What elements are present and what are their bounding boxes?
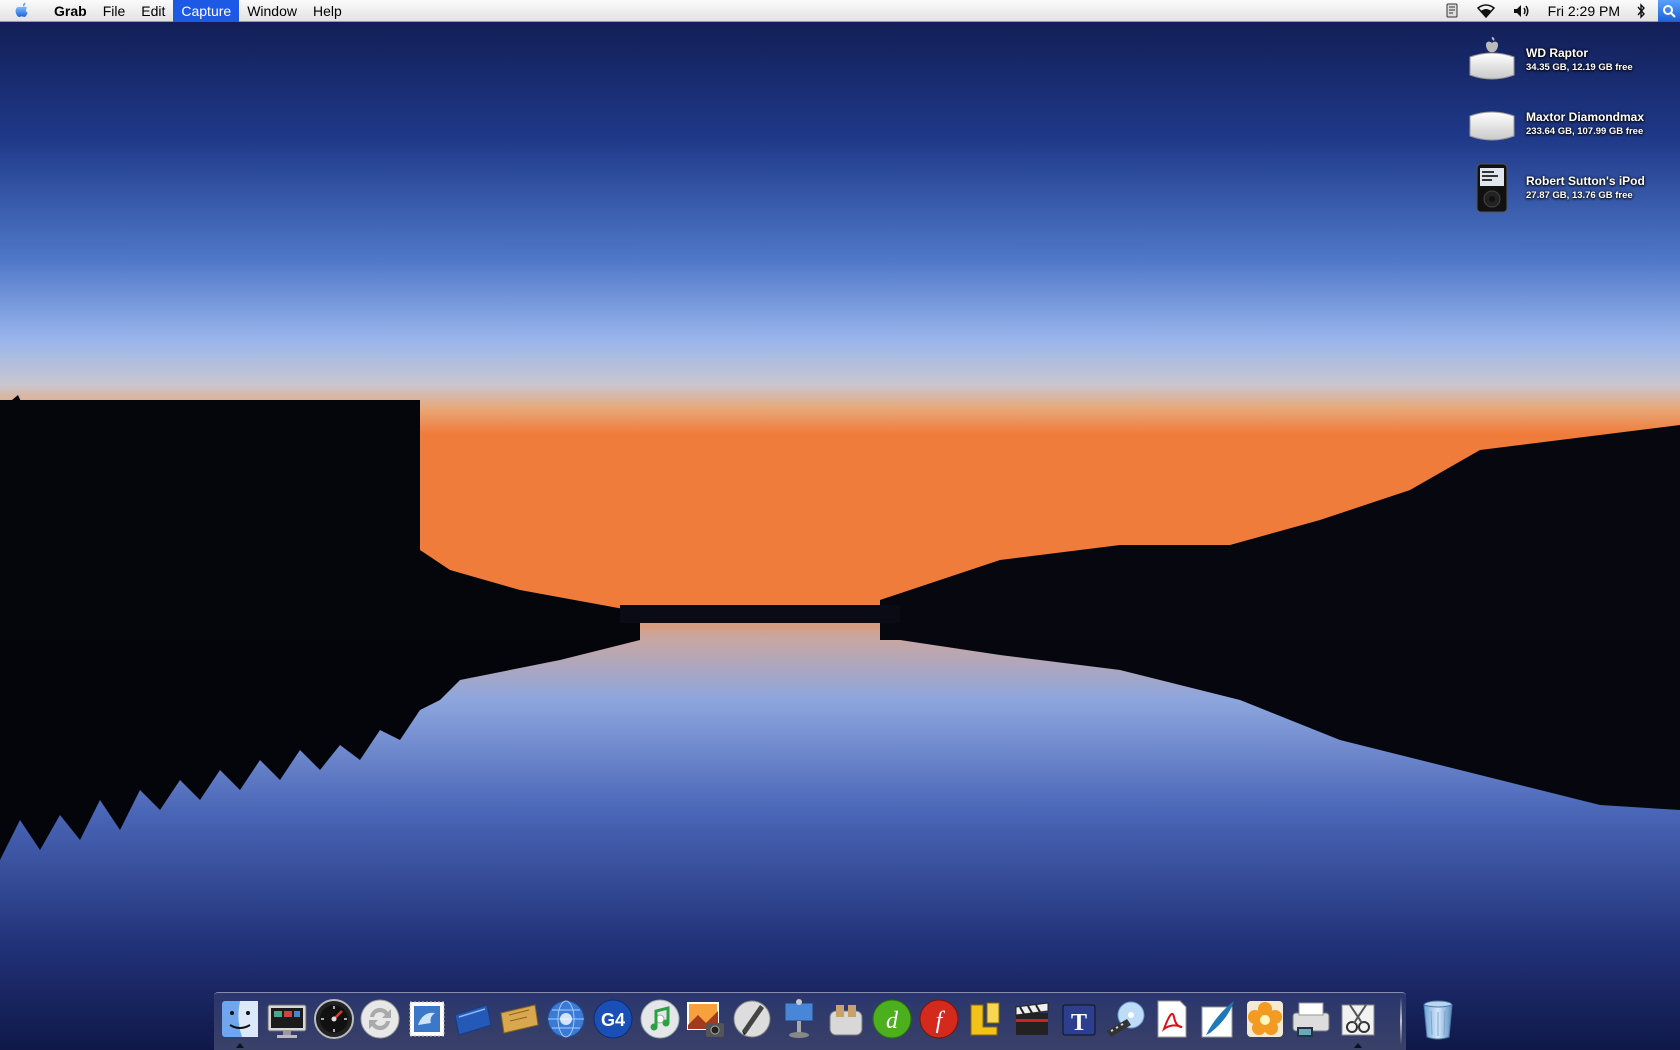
volume-info: 233.64 GB, 107.99 GB free — [1526, 126, 1644, 137]
svg-text:G4: G4 — [601, 1010, 625, 1030]
dock-item-office[interactable] — [963, 996, 1007, 1042]
apple-menu[interactable] — [0, 0, 44, 22]
dock-item-flash[interactable]: f — [917, 996, 961, 1042]
trash-icon — [1423, 1000, 1453, 1040]
mail-stamp-icon — [409, 1001, 445, 1037]
dashboard-icon — [314, 999, 354, 1039]
desktop-wallpaper — [0, 0, 1680, 1050]
dock-item-dashboard[interactable] — [312, 996, 356, 1042]
menu-file[interactable]: File — [95, 0, 134, 22]
grab-icon — [1341, 1004, 1375, 1036]
volume-name: Maxtor Diamondmax — [1526, 110, 1645, 124]
menu-app-name[interactable]: Grab — [44, 0, 95, 22]
dock-item-isync[interactable] — [358, 996, 402, 1042]
script-menu-icon[interactable] — [1436, 0, 1468, 22]
dock-item-system-profiler[interactable] — [265, 996, 309, 1042]
running-indicator — [1354, 1043, 1362, 1048]
dock-item-grab[interactable] — [1336, 996, 1380, 1042]
dock-item-trash[interactable] — [1416, 996, 1460, 1042]
menu-help[interactable]: Help — [305, 0, 350, 22]
film-disc-icon — [1107, 1001, 1145, 1037]
flower-icon — [1247, 1001, 1283, 1037]
dock-item-dreamweaver[interactable]: d — [870, 996, 914, 1042]
external-drive-icon — [1464, 96, 1520, 152]
volume-name: WD Raptor — [1526, 46, 1588, 60]
itunes-icon — [640, 999, 680, 1039]
toaster-icon — [829, 1005, 863, 1036]
desktop-volume-maxtor-diamondmax[interactable]: Maxtor Diamondmax 233.64 GB, 107.99 GB f… — [1464, 96, 1674, 152]
dock-item-imovie[interactable] — [1010, 996, 1054, 1042]
bluetooth-icon[interactable] — [1628, 0, 1654, 22]
volume-info: 27.87 GB, 13.76 GB free — [1526, 190, 1633, 201]
blue-notebook-icon — [454, 1004, 492, 1036]
dock-item-script-editor[interactable] — [730, 996, 774, 1042]
external-drive-apple-icon — [1464, 32, 1520, 88]
office-icon — [970, 1002, 1000, 1036]
dock-item-safari[interactable] — [544, 996, 588, 1042]
dock-item-keynote[interactable] — [777, 996, 821, 1042]
finder-icon — [222, 1001, 258, 1037]
monitor-icon — [267, 1004, 307, 1038]
dock-item-text-tool[interactable]: T — [1057, 996, 1101, 1042]
menu-clock[interactable]: Fri 2:29 PM — [1540, 0, 1628, 22]
dock-item-toast[interactable] — [824, 996, 868, 1042]
dock-item-mail[interactable] — [405, 996, 449, 1042]
printer-icon — [1292, 1002, 1330, 1037]
dock-separator — [1400, 997, 1402, 1045]
pen-icon — [733, 1000, 771, 1038]
dock-item-notebook[interactable] — [451, 996, 495, 1042]
menu-window[interactable]: Window — [239, 0, 305, 22]
menu-bar-left: Grab File Edit Capture Window Help — [0, 0, 350, 22]
apple-logo-icon — [15, 2, 28, 17]
menu-bar-right: Fri 2:29 PM — [1436, 0, 1680, 22]
menu-edit[interactable]: Edit — [133, 0, 173, 22]
desktop-volume-wd-raptor[interactable]: WD Raptor 34.35 GB, 12.19 GB free — [1464, 32, 1674, 88]
dock-item-printer[interactable] — [1289, 996, 1333, 1042]
dock-item-finder[interactable] — [218, 996, 262, 1042]
acrobat-icon — [1157, 1000, 1187, 1038]
dock-item-g4[interactable]: G4 — [591, 996, 635, 1042]
clapboard-icon — [1015, 1002, 1049, 1035]
running-indicator — [236, 1043, 244, 1048]
dock-item-acrobat[interactable] — [1150, 996, 1194, 1042]
dock-item-iphoto[interactable] — [684, 996, 728, 1042]
airport-wifi-icon[interactable] — [1468, 0, 1504, 22]
dock-item-itunes[interactable] — [638, 996, 682, 1042]
dock-item-ticket[interactable] — [497, 996, 541, 1042]
dock-item-dvd-app[interactable] — [1103, 996, 1147, 1042]
dock-item-ink-app[interactable] — [1196, 996, 1240, 1042]
volume-icon[interactable] — [1504, 0, 1540, 22]
ipod-icon — [1464, 160, 1520, 216]
spotlight-icon[interactable] — [1658, 0, 1680, 22]
globe-icon — [547, 1000, 585, 1038]
menu-bar: Grab File Edit Capture Window Help Fri 2… — [0, 0, 1680, 22]
volume-info: 34.35 GB, 12.19 GB free — [1526, 62, 1633, 73]
dreamweaver-icon: d — [872, 999, 912, 1039]
g4-globe-icon: G4 — [593, 999, 633, 1039]
ticket-icon — [500, 1004, 539, 1034]
flash-icon: f — [919, 999, 959, 1039]
dock-item-photoshop-elements[interactable] — [1243, 996, 1287, 1042]
iphoto-icon — [687, 1002, 724, 1037]
volume-name: Robert Sutton's iPod — [1526, 174, 1645, 188]
svg-text:d: d — [886, 1008, 899, 1034]
desktop-volume-ipod[interactable]: Robert Sutton's iPod 27.87 GB, 13.76 GB … — [1464, 160, 1674, 216]
feather-icon — [1201, 1001, 1234, 1038]
menu-capture[interactable]: Capture — [173, 0, 240, 22]
keynote-icon — [784, 999, 814, 1038]
text-t-icon: T — [1062, 1004, 1096, 1036]
svg-text:T: T — [1071, 1010, 1087, 1036]
sync-icon — [360, 999, 400, 1039]
